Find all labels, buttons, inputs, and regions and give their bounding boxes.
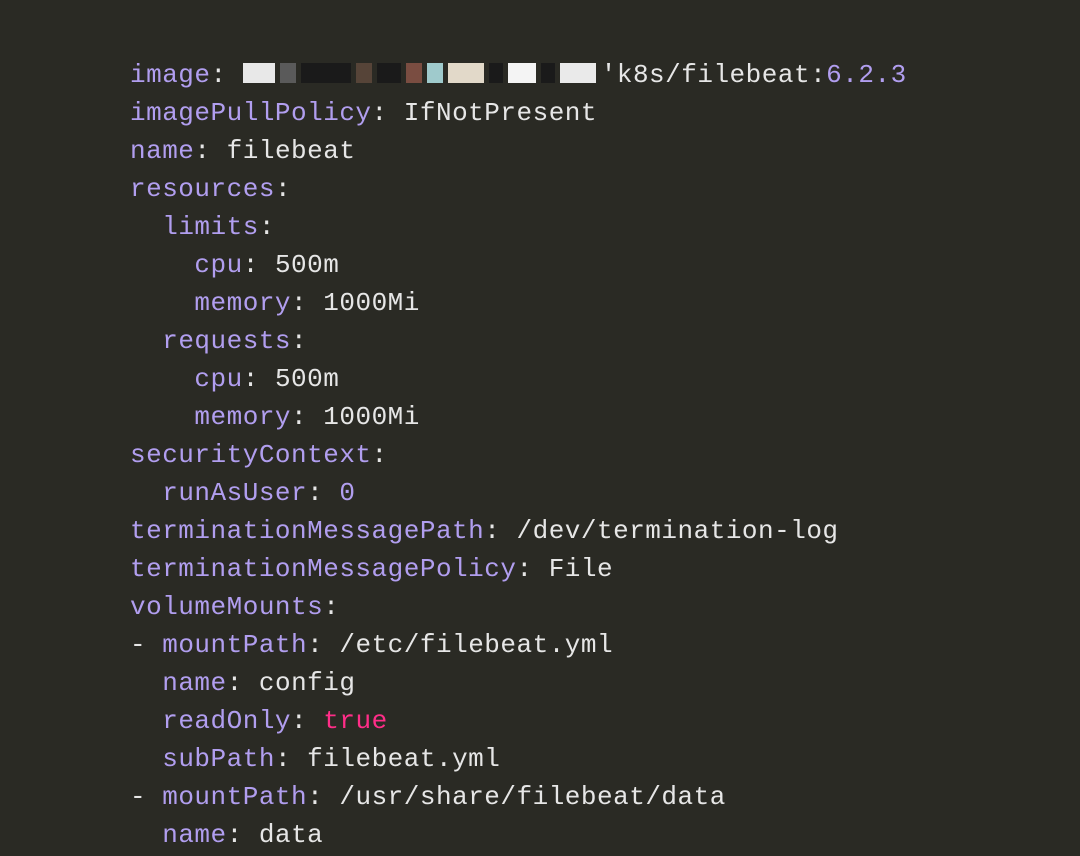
yaml-key: image (130, 60, 211, 90)
yaml-key: runAsUser (162, 478, 307, 508)
yaml-key: subPath (162, 744, 275, 774)
colon: : (243, 250, 275, 280)
yaml-key: cpu (194, 364, 242, 394)
yaml-key: name (162, 820, 226, 850)
yaml-key: memory (194, 402, 291, 432)
colon: : (259, 212, 275, 242)
colon: : (307, 630, 339, 660)
yaml-key: limits (162, 212, 259, 242)
list-dash: - (130, 630, 162, 660)
image-version: 6.2.3 (826, 60, 907, 90)
colon: : (211, 60, 243, 90)
colon: : (275, 174, 291, 204)
yaml-key: readOnly (162, 706, 291, 736)
yaml-key: volumeMounts (130, 592, 323, 622)
yaml-value: 500m (275, 364, 339, 394)
yaml-value: 1000Mi (323, 402, 420, 432)
colon: : (516, 554, 548, 584)
yaml-value: config (259, 668, 356, 698)
yaml-key: name (130, 136, 194, 166)
yaml-value: filebeat.yml (307, 744, 500, 774)
yaml-key: cpu (194, 250, 242, 280)
colon: : (291, 706, 323, 736)
yaml-key: resources (130, 174, 275, 204)
yaml-key: terminationMessagePolicy (130, 554, 516, 584)
yaml-code-block: image: 'k8s/filebeat:6.2.3 imagePullPoli… (0, 0, 1080, 854)
yaml-key: mountPath (162, 630, 307, 660)
colon: : (291, 402, 323, 432)
redacted-registry (243, 57, 601, 77)
list-dash: - (130, 782, 162, 812)
colon: : (227, 820, 259, 850)
image-suffix: 'k8s/filebeat: (601, 60, 826, 90)
colon: : (291, 326, 307, 356)
yaml-value: /dev/termination-log (516, 516, 838, 546)
yaml-value: IfNotPresent (404, 98, 597, 128)
yaml-key: securityContext (130, 440, 372, 470)
yaml-value: /usr/share/filebeat/data (339, 782, 725, 812)
yaml-value: File (549, 554, 613, 584)
colon: : (307, 782, 339, 812)
yaml-key: name (162, 668, 226, 698)
colon: : (275, 744, 307, 774)
colon: : (484, 516, 516, 546)
colon: : (227, 668, 259, 698)
colon: : (291, 288, 323, 318)
yaml-value: 500m (275, 250, 339, 280)
yaml-key: imagePullPolicy (130, 98, 372, 128)
yaml-value: data (259, 820, 323, 850)
yaml-value: /etc/filebeat.yml (339, 630, 613, 660)
colon: : (372, 98, 404, 128)
colon: : (194, 136, 226, 166)
yaml-value: 1000Mi (323, 288, 420, 318)
yaml-key: terminationMessagePath (130, 516, 484, 546)
colon: : (243, 364, 275, 394)
yaml-value: 0 (339, 478, 355, 508)
yaml-key: memory (194, 288, 291, 318)
colon: : (372, 440, 388, 470)
yaml-bool: true (323, 706, 387, 736)
colon: : (307, 478, 339, 508)
yaml-key: requests (162, 326, 291, 356)
yaml-value: filebeat (227, 136, 356, 166)
colon: : (323, 592, 339, 622)
yaml-key: mountPath (162, 782, 307, 812)
